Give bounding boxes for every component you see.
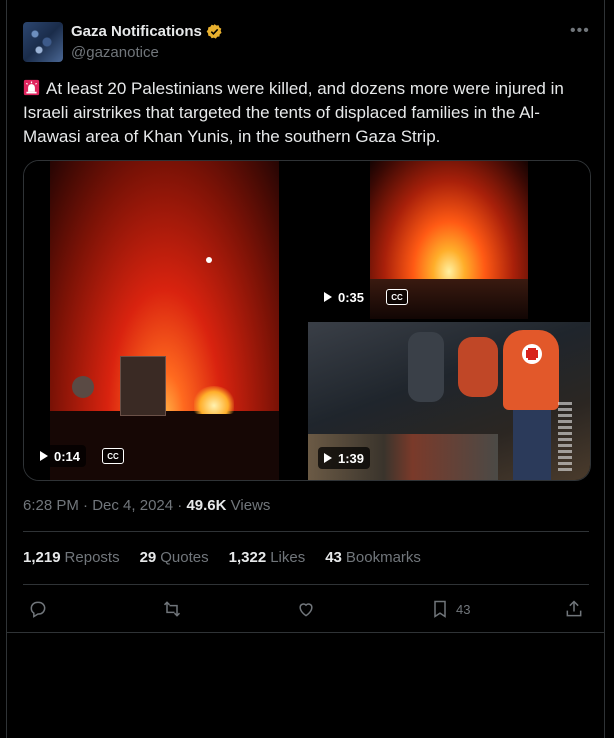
- video-3-person: [408, 332, 444, 402]
- avatar[interactable]: [23, 22, 63, 62]
- rotating-light-icon: [23, 79, 40, 96]
- author-name-text[interactable]: Gaza Notifications: [71, 23, 202, 40]
- video-2-duration: 0:35: [338, 289, 365, 305]
- tweet-text: At least 20 Palestinians were killed, an…: [23, 77, 588, 149]
- divider: [23, 531, 589, 532]
- cc-icon[interactable]: CC: [102, 448, 124, 464]
- bookmark-icon: [434, 600, 446, 618]
- reply-icon: [30, 601, 46, 618]
- quotes-label: Quotes: [160, 549, 209, 566]
- video-3-paramedic: [503, 330, 559, 410]
- reposts-stat[interactable]: 1,219 Reposts: [23, 549, 120, 566]
- frame-bottom-border: [6, 632, 605, 633]
- video-3-duration: 1:39: [338, 450, 365, 466]
- video-2[interactable]: 0:35 CC: [308, 161, 590, 319]
- tweet-date[interactable]: Dec 4, 2024: [92, 497, 173, 514]
- repost-icon: [163, 601, 181, 617]
- bookmark-count: 43: [456, 601, 471, 617]
- tweet-meta: 6:28 PM · Dec 4, 2024 · 49.6K Views: [23, 497, 270, 514]
- frame-right-border: [604, 0, 605, 738]
- share-icon: [566, 600, 582, 617]
- media-grid: 0:14 CC 0:35 CC 1:39: [23, 160, 591, 481]
- play-icon: [40, 451, 48, 461]
- cc-icon[interactable]: CC: [386, 289, 408, 305]
- video-1-moon: [206, 257, 212, 263]
- bookmarks-label: Bookmarks: [345, 549, 421, 566]
- play-icon: [324, 292, 332, 302]
- frame-left-border: [6, 0, 7, 738]
- quotes-stat[interactable]: 29 Quotes: [140, 549, 209, 566]
- bookmarks-count: 43: [325, 549, 342, 566]
- tweet-time[interactable]: 6:28 PM: [23, 497, 79, 514]
- video-1-duration: 0:14: [54, 448, 81, 464]
- reply-button[interactable]: [28, 596, 48, 622]
- video-1-duration-badge: 0:14: [34, 445, 87, 467]
- views-count: 49.6K: [186, 497, 227, 514]
- bookmarks-stat[interactable]: 43 Bookmarks: [325, 549, 421, 566]
- heart-icon: [299, 603, 313, 617]
- red-crescent-emblem: [522, 344, 542, 364]
- video-2-duration-badge: 0:35: [318, 286, 371, 308]
- likes-label: Likes: [270, 549, 306, 566]
- tweet-body: At least 20 Palestinians were killed, an…: [23, 79, 564, 146]
- likes-count: 1,322: [228, 549, 267, 566]
- reposts-label: Reposts: [64, 549, 120, 566]
- engagement-stats: 1,219 Reposts 29 Quotes 1,322 Likes 43 Bookm…: [23, 549, 421, 566]
- video-3-person: [458, 337, 498, 397]
- like-button[interactable]: [296, 596, 316, 622]
- author-name[interactable]: Gaza Notifications: [71, 23, 223, 40]
- video-3-watermark: [558, 402, 572, 472]
- more-dots-icon[interactable]: •••: [570, 22, 590, 40]
- repost-button[interactable]: [162, 596, 182, 622]
- verified-badge-icon: [206, 24, 222, 39]
- video-1[interactable]: 0:14 CC: [24, 161, 304, 480]
- video-3[interactable]: 1:39: [308, 322, 590, 480]
- share-button[interactable]: [564, 596, 584, 622]
- video-3-duration-badge: 1:39: [318, 447, 371, 469]
- separator-dot: ·: [83, 497, 93, 514]
- video-1-satellite-dish: [72, 376, 94, 398]
- bookmark-button[interactable]: 43: [430, 596, 470, 622]
- views-label: Views: [230, 497, 271, 514]
- likes-stat[interactable]: 1,322 Likes: [229, 549, 306, 566]
- quotes-count: 29: [139, 549, 157, 566]
- author-handle[interactable]: @gazanotice: [71, 44, 159, 61]
- video-3-person-legs: [513, 410, 551, 480]
- reposts-count: 1,219: [23, 549, 61, 566]
- video-1-fire: [194, 386, 234, 414]
- video-1-water-tank: [120, 356, 166, 416]
- play-icon: [324, 453, 332, 463]
- divider: [23, 584, 589, 585]
